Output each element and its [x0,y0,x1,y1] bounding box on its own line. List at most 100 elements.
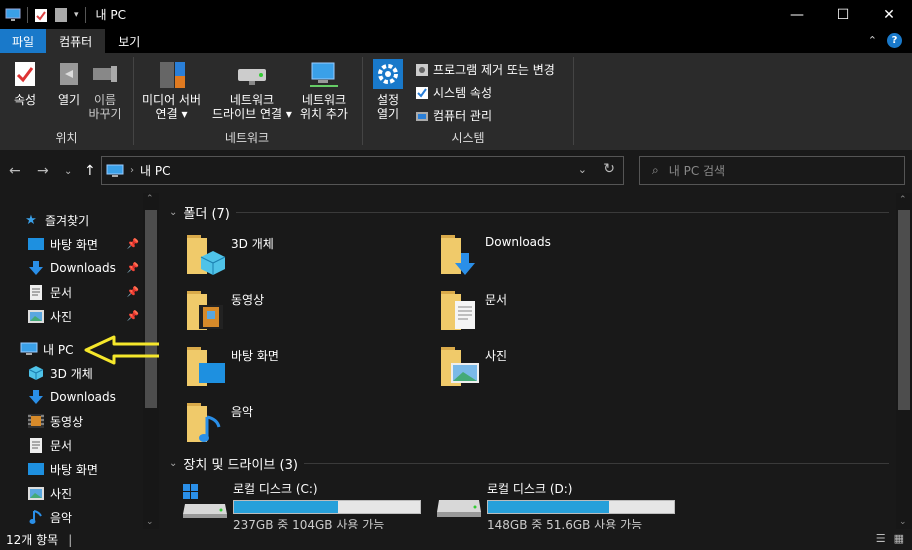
computer-icon[interactable] [5,8,21,22]
scroll-down-icon[interactable]: ⌄ [146,517,154,527]
scroll-up-icon[interactable]: ⌃ [899,195,907,205]
forward-arrow-icon[interactable]: → [37,163,49,179]
folder-documents[interactable]: 문서 [439,289,507,333]
drive-usage-bar [487,500,675,514]
folder-desktop[interactable]: 바탕 화면 [185,345,279,389]
nav-quick-documents[interactable]: 문서 📌 [0,280,143,304]
folder-pictures[interactable]: 사진 [439,345,507,389]
ribbon-tabs: 파일 컴퓨터 보기 ⌃ ? [0,29,912,53]
pin-icon[interactable]: 📌 [127,287,139,298]
address-dropdown-icon[interactable]: ⌄ [578,163,587,176]
nav-quick-desktop[interactable]: 바탕 화면 📌 [0,232,143,256]
ribbon-group-system: 설정 열기 프로그램 제거 또는 변경 시스템 속성 컴퓨터 관리 시스템 [363,53,573,150]
up-arrow-icon[interactable]: ↑ [84,163,96,179]
open-settings-button[interactable]: 설정 열기 [371,57,405,121]
status-bar: 12개 항목 | ☰ ▦ [0,529,912,550]
videos-folder-icon [187,291,223,330]
scroll-down-icon[interactable]: ⌄ [899,517,907,527]
network-location-icon [309,62,338,87]
computer-icon [20,342,38,355]
open-icon [60,63,78,85]
add-network-location-button[interactable]: 네트워크 위치 추가 [300,57,348,121]
windows-drive-icon [183,484,227,518]
qat-dropdown-icon[interactable]: ▾ [74,10,79,20]
quick-access-toolbar: ▾ [0,0,86,29]
uninstall-icon [416,63,428,76]
music-folder-icon [187,403,221,442]
tab-view[interactable]: 보기 [105,29,153,53]
desktop-folder-icon [187,347,225,386]
breadcrumb[interactable]: 내 PC [140,162,170,179]
scrollbar-thumb[interactable] [145,210,157,408]
desktop-icon [28,463,44,475]
details-view-icon[interactable]: ☰ [876,532,886,545]
open-button[interactable]: 열기 [52,57,86,107]
properties-button[interactable]: 속성 [8,57,42,107]
nav-pc-pictures[interactable]: 사진 [0,481,143,505]
computer-management-button[interactable]: 컴퓨터 관리 [415,107,492,124]
drives-section-header[interactable]: ⌄ 장치 및 드라이브 (3) [169,454,889,473]
recent-locations-icon[interactable]: ⌄ [64,166,72,177]
collapse-chevron-icon[interactable]: ⌄ [169,458,177,469]
folder-3d-objects[interactable]: 3D 개체 [185,233,274,277]
nav-quick-pictures[interactable]: 사진 📌 [0,304,143,328]
pin-icon[interactable]: 📌 [127,239,139,250]
videos-icon [28,414,44,428]
pictures-folder-icon [441,347,479,386]
rename-icon [93,66,117,82]
address-bar[interactable]: › 내 PC ⌄ ↻ [101,156,624,185]
ribbon: 속성 열기 이름 바꾸기 위치 미디어 서버 연결 ▾ 네트워크 드라이브 연결… [0,53,912,150]
tab-file[interactable]: 파일 [0,29,47,53]
nav-quick-access[interactable]: ★ 즐겨찾기 [0,208,143,232]
downloads-folder-icon [441,235,475,275]
folder-videos[interactable]: 동영상 [185,289,264,333]
computer-icon [106,164,124,177]
scroll-up-icon[interactable]: ⌃ [146,194,154,204]
tab-computer[interactable]: 컴퓨터 [46,29,106,53]
uninstall-program-button[interactable]: 프로그램 제거 또는 변경 [415,61,555,78]
minimize-button[interactable]: — [774,0,820,29]
content-pane: ⌄ 폴더 (7) 3D 개체 Downloads 동영상 문서 바탕 화면 사진… [159,193,912,529]
new-folder-icon[interactable] [54,7,68,23]
content-scrollbar[interactable]: ⌃ ⌄ [896,193,912,529]
collapse-chevron-icon[interactable]: ⌄ [169,207,177,218]
nav-pc-desktop[interactable]: 바탕 화면 [0,457,143,481]
music-icon [29,510,42,524]
download-icon [29,261,43,275]
folders-section-header[interactable]: ⌄ 폴더 (7) [169,203,889,222]
media-server-icon [159,62,185,88]
search-input[interactable]: ⌕ 내 PC 검색 [639,156,905,185]
refresh-icon[interactable]: ↻ [603,161,615,177]
breadcrumb-separator-icon[interactable]: › [130,165,134,176]
drive-usage-bar [233,500,421,514]
nav-pc-downloads[interactable]: Downloads [0,385,143,409]
nav-quick-downloads[interactable]: Downloads 📌 [0,256,143,280]
map-network-drive-button[interactable]: 네트워크 드라이브 연결 ▾ [212,57,292,121]
collapse-ribbon-icon[interactable]: ⌃ [868,34,877,47]
folder-music[interactable]: 음악 [185,401,253,445]
system-properties-button[interactable]: 시스템 속성 [415,84,492,101]
help-icon[interactable]: ? [887,33,902,48]
back-arrow-icon[interactable]: ← [9,163,21,179]
ribbon-group-location: 속성 열기 이름 바꾸기 위치 [0,53,133,150]
search-placeholder: 내 PC 검색 [668,164,726,178]
drive-c[interactable]: 로컬 디스크 (C:) 237GB 중 104GB 사용 가능 [181,480,421,529]
3d-objects-icon [28,366,44,380]
nav-pc-documents[interactable]: 문서 [0,433,143,457]
nav-pc-videos[interactable]: 동영상 [0,409,143,433]
pin-icon[interactable]: 📌 [127,311,139,322]
drive-d[interactable]: 로컬 디스크 (D:) 148GB 중 51.6GB 사용 가능 [435,480,675,529]
scrollbar-thumb[interactable] [898,210,910,410]
rename-button[interactable]: 이름 바꾸기 [88,57,122,121]
nav-pc-music[interactable]: 음악 [0,505,143,529]
media-server-button[interactable]: 미디어 서버 연결 ▾ [142,57,201,121]
folder-downloads[interactable]: Downloads [439,233,551,277]
maximize-button[interactable]: ☐ [820,0,866,29]
large-icons-view-icon[interactable]: ▦ [894,532,904,545]
network-drive-icon [237,69,266,85]
close-button[interactable]: ✕ [866,0,912,29]
properties-icon [15,62,35,86]
pin-icon[interactable]: 📌 [127,263,139,274]
properties-icon[interactable] [34,7,48,23]
3d-objects-folder-icon [187,235,226,275]
